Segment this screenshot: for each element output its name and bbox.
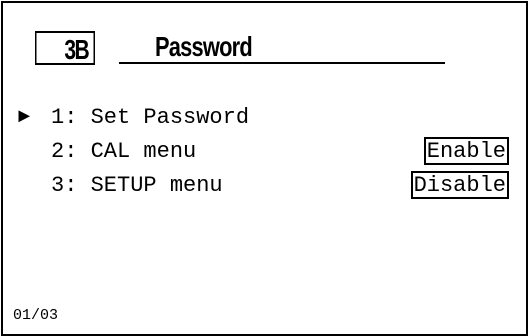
menu-item-cal-menu[interactable]: 2: CAL menu Enable [13,135,509,169]
menu-title-area: Password [115,31,445,65]
menu-item-label: 3: SETUP menu [51,173,223,198]
menu-item-setup-menu[interactable]: 3: SETUP menu Disable [13,169,509,203]
menu-item-set-password[interactable]: ► 1: Set Password [13,101,503,135]
menu-code-underline [40,63,90,65]
menu-list: ► 1: Set Password 2: CAL menu Enable 3: … [13,101,509,203]
menu-item-label: 2: CAL menu [51,139,197,164]
cal-menu-status[interactable]: Enable [423,137,509,165]
menu-code-box: 3B [35,31,95,65]
selection-cursor-icon: ► [17,106,30,129]
menu-item-label: 1: Set Password [51,105,250,130]
lcd-screen: 3B Password ► 1: Set Password 2: CAL men… [1,1,528,336]
setup-menu-status[interactable]: Disable [410,171,509,199]
menu-title: Password [155,31,253,62]
menu-title-underline [119,62,445,64]
menu-code: 3B [64,34,89,65]
menu-header: 3B Password [35,31,445,67]
page-indicator: 01/03 [13,307,59,324]
